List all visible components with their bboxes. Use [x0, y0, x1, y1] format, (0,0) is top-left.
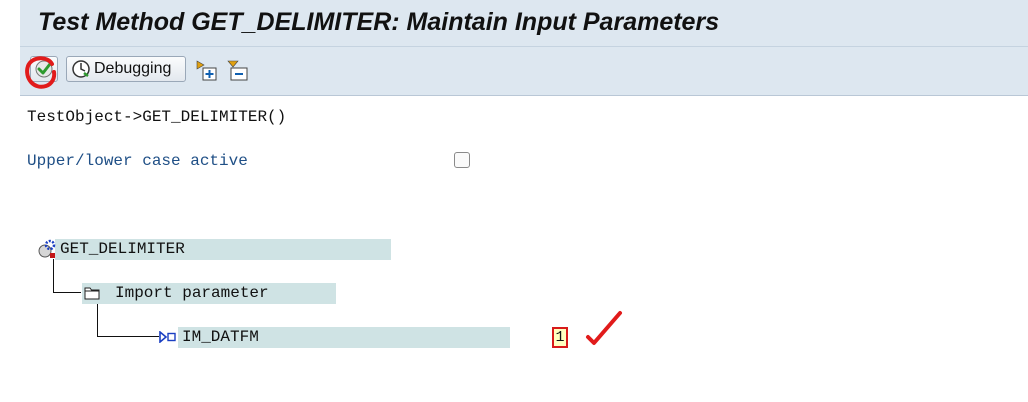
annotation-red-circle [25, 56, 57, 89]
debugging-clock-icon [72, 60, 90, 78]
case-checkbox[interactable] [454, 152, 470, 168]
method-call-text: TestObject->GET_DELIMITER() [27, 108, 287, 126]
tree-connector-1v [53, 259, 54, 293]
case-label: Upper/lower case active [27, 152, 248, 170]
title-bar: Test Method GET_DELIMITER: Maintain Inpu… [20, 0, 1028, 47]
tree-root-label[interactable]: GET_DELIMITER [60, 240, 185, 258]
method-gear-icon [38, 239, 56, 258]
debugging-label: Debugging [94, 60, 172, 77]
debugging-button[interactable]: Debugging [66, 56, 186, 82]
tree-folder-label[interactable]: Import parameter [115, 284, 269, 302]
parameter-arrow-icon [159, 331, 176, 343]
annotation-red-checkmark [586, 311, 622, 345]
param-value-input[interactable]: 1 [552, 327, 568, 348]
left-strip [0, 0, 20, 402]
collapse-all-icon[interactable] [226, 59, 250, 83]
tree-connector-2h [97, 336, 159, 337]
page-title: Test Method GET_DELIMITER: Maintain Inpu… [38, 8, 720, 36]
tree-connector-2v [97, 304, 98, 336]
expand-all-icon[interactable] [195, 59, 219, 83]
main-content: TestObject->GET_DELIMITER() Upper/lower … [20, 96, 1028, 402]
tree-connector-1h [53, 292, 81, 293]
folder-icon [84, 287, 100, 300]
application-toolbar: Debugging [20, 47, 1028, 96]
tree-param-label[interactable]: IM_DATFM [182, 328, 259, 346]
